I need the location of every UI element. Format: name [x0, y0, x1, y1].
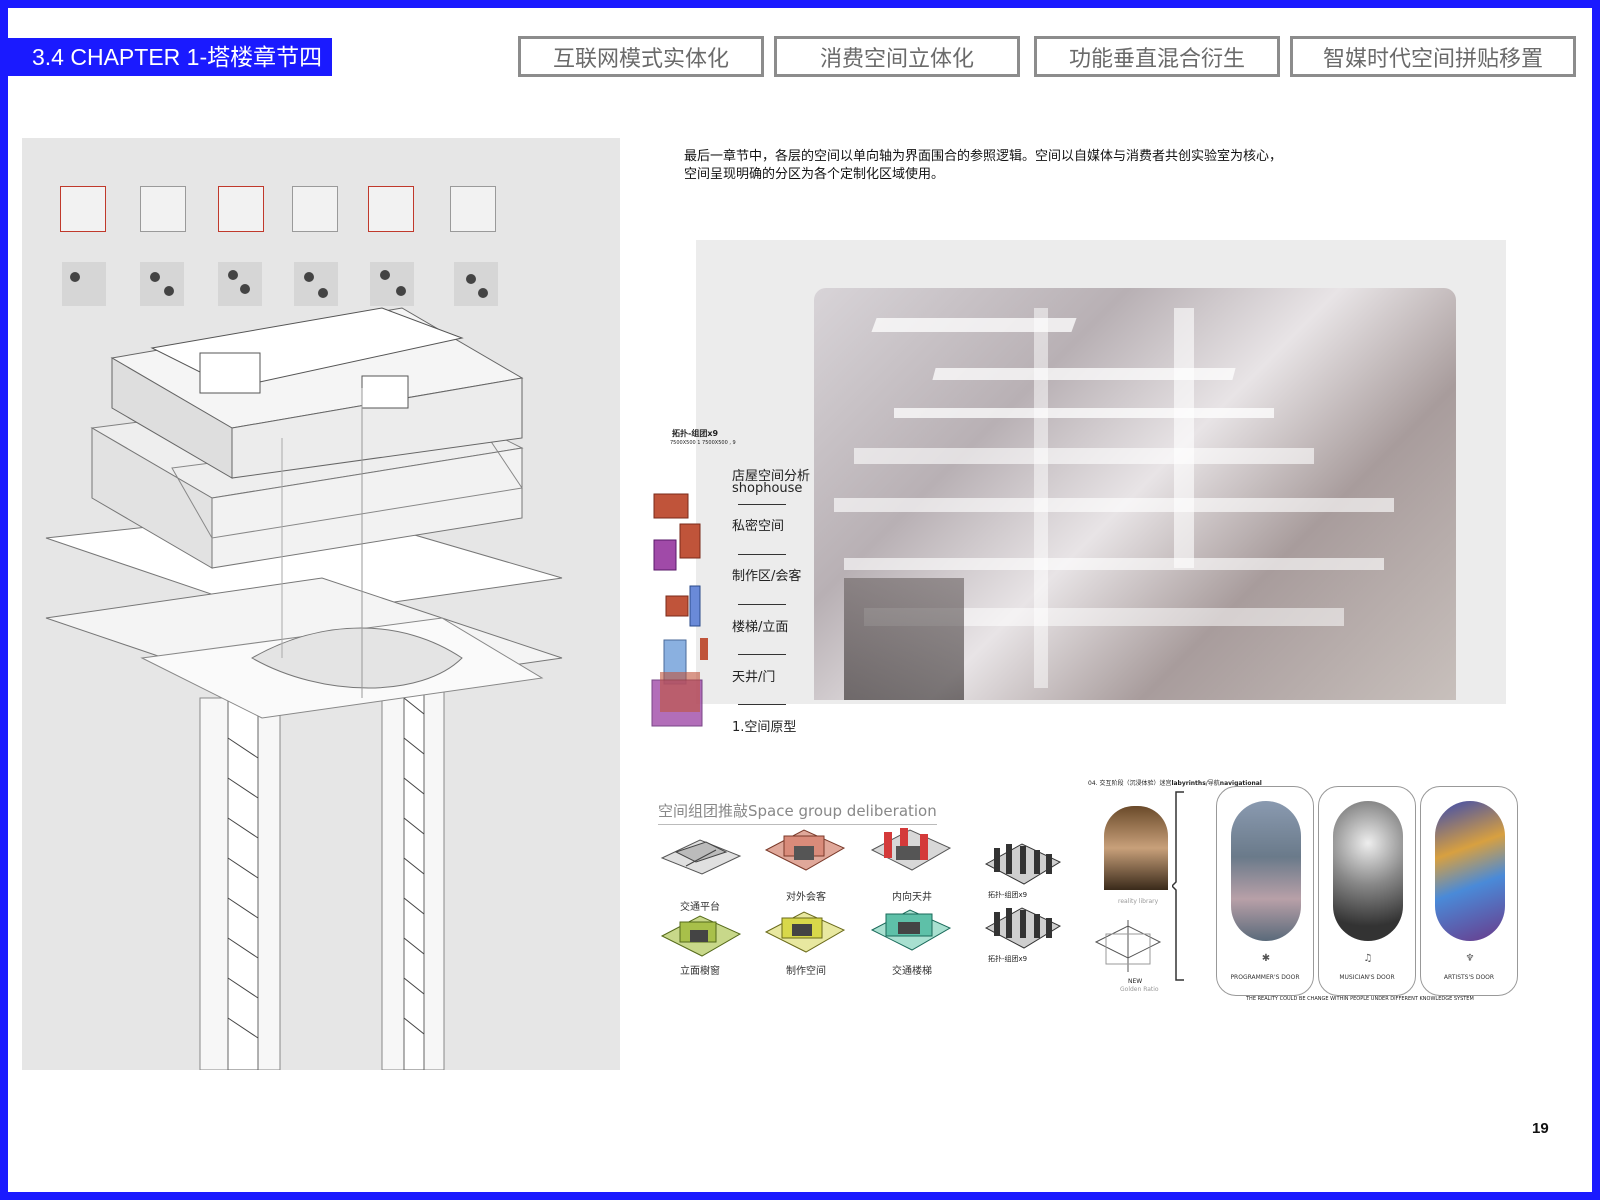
musicians-door-card: ♫ MUSICIAN'S DOOR: [1318, 786, 1416, 996]
interior-rendering-panel: [696, 240, 1506, 704]
artists-door-image: [1435, 801, 1505, 941]
traffic-stair-diagram: [870, 909, 952, 951]
facade-window-diagram: [660, 915, 742, 957]
legend-private-space: 私密空间: [732, 519, 785, 534]
chapter-title: 3.4 CHAPTER 1-塔楼章节四: [8, 38, 332, 76]
library-photo: [1104, 806, 1168, 890]
intro-paragraph: 最后一章节中，各层的空间以单向轴为界面围合的参照逻辑。空间以自媒体与消费者共创实…: [684, 148, 1384, 184]
programmers-door-card: ✱ PROGRAMMER'S DOOR: [1216, 786, 1314, 996]
legend-module-diagrams: [651, 493, 708, 727]
legend-divider: [738, 554, 786, 555]
legend-divider: [738, 654, 786, 655]
tab-consumer-space[interactable]: 消费空间立体化: [774, 36, 1020, 77]
cluster-caption-b: 拓扑-组团x9: [988, 955, 1028, 963]
cluster-caption-a: 拓扑-组团x9: [988, 891, 1028, 899]
programmers-door-label: PROGRAMMER'S DOOR: [1230, 974, 1300, 981]
new-label: NEW: [1128, 978, 1143, 985]
intro-line-1: 最后一章节中，各层的空间以单向轴为界面围合的参照逻辑。空间以自媒体与消费者共创实…: [684, 149, 1283, 164]
cluster-diagram-a: [984, 843, 1062, 885]
production-space-diagram: [764, 911, 846, 953]
legend-workshop: 制作区/会客: [732, 569, 802, 584]
group-label-production-space: 制作空间: [786, 966, 826, 977]
legend-patio-door: 天井/门: [732, 670, 776, 685]
external-meeting-diagram: [764, 829, 846, 871]
doors-header-bold-a: labyrinths: [1171, 780, 1206, 787]
legend-divider: [738, 604, 786, 605]
page-number: 19: [1532, 1120, 1549, 1137]
tower-axonometric-drawing: [45, 307, 563, 1070]
legend-caption-b: 7500X500 1 7500X500 , 9: [670, 440, 736, 446]
doors-header-mid: /导航: [1205, 780, 1220, 787]
tree-icon: ✱: [1261, 953, 1271, 964]
tab-internet-mode[interactable]: 互联网模式实体化: [518, 36, 764, 77]
group-label-facade-window: 立面樹窗: [680, 966, 720, 977]
legend-stair-facade: 楼梯/立面: [732, 620, 789, 635]
axonometric-panel: [22, 138, 620, 1070]
cluster-diagram-b: [984, 907, 1062, 949]
music-icon: ♫: [1363, 953, 1373, 964]
legend-shophouse-en: shophouse: [732, 481, 803, 496]
bracket-brace: [1172, 791, 1184, 981]
tab-collage-displacement[interactable]: 智媒时代空间拼贴移置: [1290, 36, 1576, 77]
inner-patio-diagram: [870, 828, 952, 871]
tab-vertical-mix[interactable]: 功能垂直混合衍生: [1034, 36, 1280, 77]
traffic-platform-diagram: [660, 839, 742, 875]
interior-collage-image: [814, 288, 1456, 700]
group-label-traffic-stair: 交通楼梯: [892, 966, 932, 977]
artists-door-label: ARTISTS'S DOOR: [1443, 974, 1495, 981]
musicians-door-image: [1333, 801, 1403, 941]
golden-ratio-label: Golden Ratio: [1120, 986, 1159, 993]
library-label: reality library: [1118, 898, 1159, 905]
golden-ratio-diagram: [1094, 920, 1162, 972]
legend-divider: [738, 704, 786, 705]
group-label-external-meeting: 对外会客: [786, 892, 826, 903]
brush-icon: ♆: [1465, 953, 1475, 964]
intro-line-2: 空间呈现明确的分区为各个定制化区域使用。: [684, 167, 945, 182]
legend-space-prototype: 1.空间原型: [732, 720, 797, 735]
doors-footer-caption: THE REALITY COULD BE CHANGE WITHIN PEOPL…: [1246, 996, 1474, 1002]
doors-header-prefix: 04. 交互阶段（沉浸体验）迷宫: [1088, 780, 1172, 787]
legend-divider: [738, 504, 786, 505]
artists-door-card: ♆ ARTISTS'S DOOR: [1420, 786, 1518, 996]
programmers-door-image: [1231, 801, 1301, 941]
legend-caption-a: 拓扑-组团x9: [672, 429, 719, 438]
musicians-door-label: MUSICIAN'S DOOR: [1339, 974, 1395, 981]
